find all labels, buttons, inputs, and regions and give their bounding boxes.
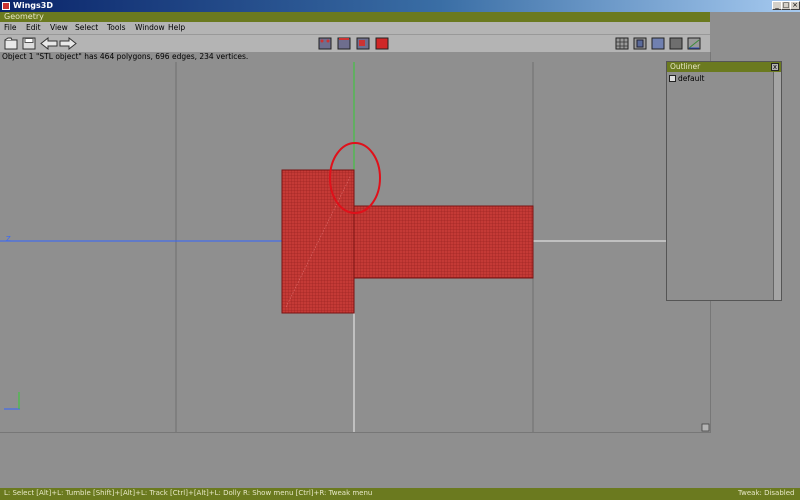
material-toggle-icon[interactable] [669, 75, 676, 82]
body-select-icon[interactable] [375, 37, 389, 50]
outliner-item-label: default [678, 74, 705, 83]
outliner-title-bar[interactable]: Outliner x [667, 62, 781, 72]
menu-window[interactable]: Window [135, 23, 165, 32]
geometry-window-title-bar: Geometry [0, 12, 710, 22]
viewport-canvas [0, 52, 710, 432]
axes-icon[interactable] [687, 37, 701, 50]
info-line: Object 1 "STL object" has 464 polygons, … [0, 52, 710, 62]
cube-shaded-icon[interactable] [651, 37, 665, 50]
menu-file[interactable]: File [4, 23, 17, 32]
status-hints: L: Select [Alt]+L: Tumble [Shift]+[Alt]+… [4, 489, 373, 497]
toolbar [0, 35, 710, 52]
redo-arrow-icon[interactable] [59, 37, 77, 50]
menu-bar: File Edit View Select Tools Window Help [0, 22, 710, 35]
menu-help[interactable]: Help [168, 23, 185, 32]
wings-app-icon [2, 2, 10, 10]
status-bar: L: Select [Alt]+L: Tumble [Shift]+[Alt]+… [0, 488, 800, 500]
grid-icon[interactable] [669, 37, 683, 50]
edge-select-icon[interactable] [337, 37, 351, 50]
outliner-panel: Outliner x default [666, 61, 782, 301]
axis-label-z: Z [6, 235, 11, 243]
wireframe-icon[interactable] [615, 37, 629, 50]
geometry-viewport[interactable]: Z [0, 52, 711, 433]
outliner-item-default[interactable]: default [669, 74, 704, 83]
resize-grip[interactable] [701, 423, 710, 432]
menu-edit[interactable]: Edit [26, 23, 41, 32]
info-text: Object 1 "STL object" has 464 polygons, … [2, 52, 249, 61]
menu-view[interactable]: View [50, 23, 68, 32]
menu-tools[interactable]: Tools [107, 23, 125, 32]
app-title-bar: Wings3D _ □ × [0, 0, 800, 12]
menu-select[interactable]: Select [75, 23, 98, 32]
model-cylinder[interactable] [353, 205, 534, 279]
outliner-scrollbar[interactable] [773, 72, 781, 300]
save-icon[interactable] [22, 37, 36, 50]
tweak-status: Tweak: Disabled [738, 489, 795, 497]
face-select-icon[interactable] [356, 37, 370, 50]
smooth-icon[interactable] [633, 37, 647, 50]
vertex-select-icon[interactable] [318, 37, 332, 50]
outliner-close-button[interactable]: x [771, 63, 779, 71]
geometry-title: Geometry [4, 12, 44, 21]
undo-arrow-icon[interactable] [40, 37, 58, 50]
close-window-button[interactable]: × [790, 1, 800, 10]
outliner-title: Outliner [670, 62, 701, 71]
app-title: Wings3D [13, 1, 53, 10]
folder-open-icon[interactable] [4, 37, 18, 50]
